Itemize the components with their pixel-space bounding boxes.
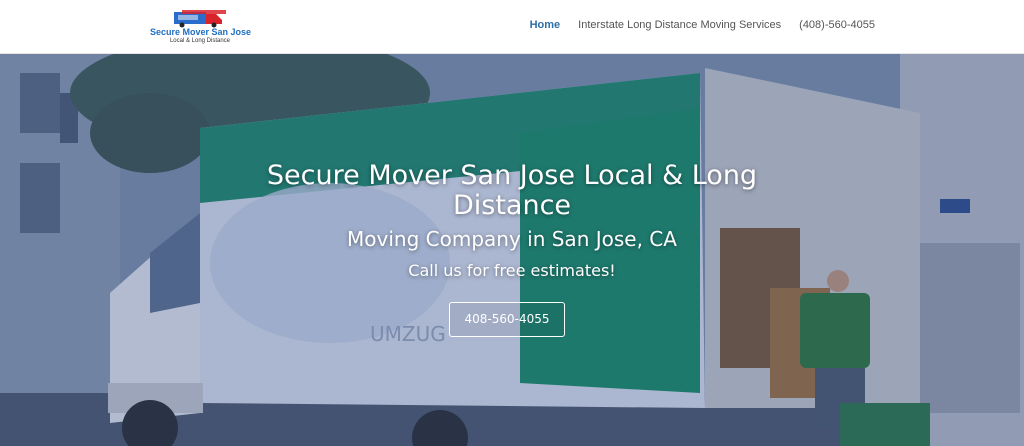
moving-truck-icon <box>174 10 226 28</box>
site-logo[interactable]: Secure Mover San Jose Local & Long Dista… <box>150 7 252 47</box>
site-header: Secure Mover San Jose Local & Long Dista… <box>0 0 1024 54</box>
nav-item-phone[interactable]: (408)-560-4055 <box>799 19 875 31</box>
main-nav: Home Interstate Long Distance Moving Ser… <box>530 19 875 31</box>
hero-content: Secure Mover San Jose Local & Long Dista… <box>0 53 1024 446</box>
hero-title: Secure Mover San Jose Local & Long Dista… <box>266 160 758 221</box>
call-phone-button[interactable]: 408-560-4055 <box>449 302 565 337</box>
nav-item-interstate-services[interactable]: Interstate Long Distance Moving Services <box>578 19 781 31</box>
nav-item-home[interactable]: Home <box>530 19 561 31</box>
hero-section: UMZUG Secure Mover San Jose Local & Long… <box>0 53 1024 446</box>
logo-tagline: Local & Long Distance <box>169 38 231 44</box>
hero-subtitle: Moving Company in San Jose, CA <box>347 227 677 251</box>
logo-title: Secure Mover San Jose <box>150 27 252 37</box>
hero-cta-text: Call us for free estimates! <box>408 261 616 280</box>
